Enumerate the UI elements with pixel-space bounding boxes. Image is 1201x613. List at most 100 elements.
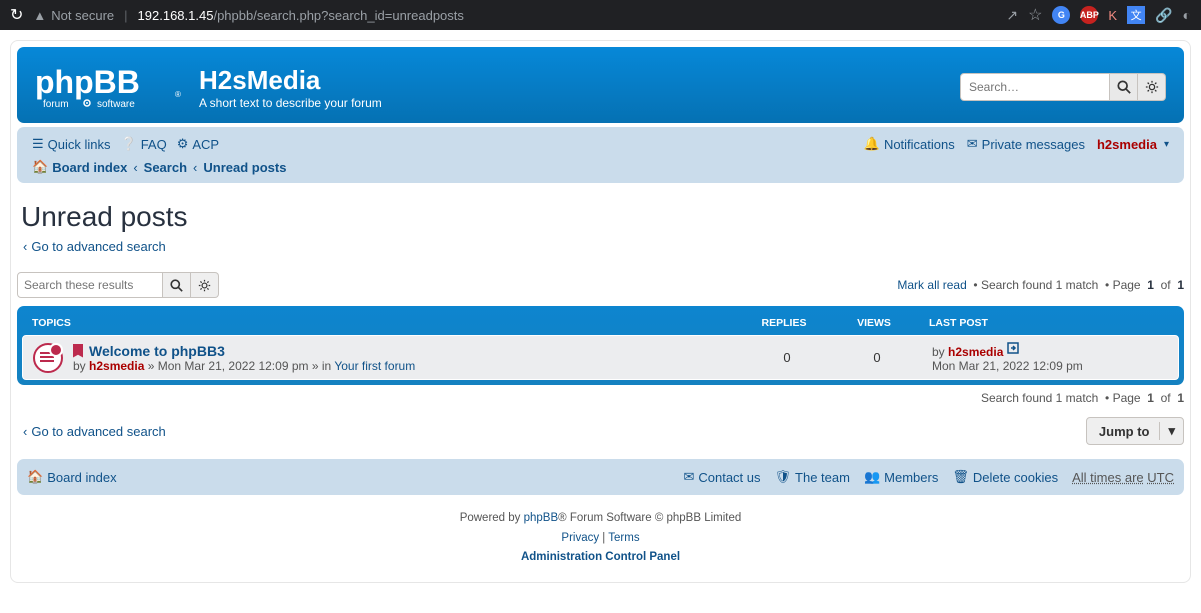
by-label: by <box>73 359 86 373</box>
new-post-icon[interactable] <box>73 344 83 358</box>
jump-to-button[interactable]: Jump to ▾ <box>1086 417 1184 445</box>
footer-board-index-link[interactable]: 🏠 Board index <box>27 469 117 485</box>
pagination-top: Mark all read • Search found 1 match • P… <box>897 278 1184 292</box>
advanced-search-button[interactable] <box>1138 73 1166 101</box>
topic-meta: by h2smedia » Mon Mar 21, 2022 12:09 pm … <box>73 359 742 373</box>
col-header-topics: TOPICS <box>32 317 739 329</box>
extension-translate-icon[interactable]: 文 <box>1127 6 1145 24</box>
bell-icon: 🔔 <box>864 136 880 152</box>
footer-board-index-label: Board index <box>47 470 116 485</box>
local-search-input[interactable] <box>17 272 163 298</box>
terms-link[interactable]: Terms <box>608 532 639 544</box>
breadcrumbs: 🏠Board index ‹ Search ‹ Unread posts <box>27 155 1174 177</box>
last-author-link[interactable]: h2smedia <box>948 345 1003 359</box>
not-secure-label: Not secure <box>51 8 114 23</box>
svg-text:software: software <box>97 99 135 110</box>
site-branding: H2sMedia A short text to describe your f… <box>199 65 382 110</box>
timezone-label: All times are UTC <box>1072 470 1174 485</box>
site-name[interactable]: H2sMedia <box>199 65 382 96</box>
chevron-left-icon: ‹ <box>23 424 27 439</box>
goto-last-post-icon[interactable] <box>1007 342 1021 356</box>
mark-all-read-link[interactable]: Mark all read <box>897 278 966 292</box>
phpbb-link[interactable]: phpBB <box>524 512 559 524</box>
members-link[interactable]: 👥 Members <box>864 469 938 485</box>
advanced-search-link-bottom[interactable]: ‹ Go to advanced search <box>23 424 166 439</box>
reload-icon[interactable]: ↻ <box>10 5 23 25</box>
page-total: 1 <box>1177 278 1184 292</box>
not-secure-badge[interactable]: ▲ Not secure <box>33 8 114 23</box>
topic-list: TOPICS REPLIES VIEWS LAST POST Welcome t… <box>17 306 1184 385</box>
topic-title-link[interactable]: Welcome to phpBB3 <box>89 343 225 359</box>
shield-icon: 🛡 <box>775 469 792 485</box>
page-word-bottom: Page <box>1113 391 1141 405</box>
warning-icon: ▲ <box>33 8 46 23</box>
jump-to-label: Jump to <box>1099 424 1150 439</box>
navbar: ☰Quick links ❔FAQ ⚙ACP 🔔Notifications ✉P… <box>17 127 1184 183</box>
breadcrumb-unread[interactable]: Unread posts <box>203 160 286 175</box>
url-host: 192.168.1.45 <box>138 8 214 23</box>
breadcrumb-board-index[interactable]: 🏠Board index <box>32 159 127 175</box>
page-title: Unread posts <box>21 201 1184 233</box>
envelope-icon: ✉ <box>967 136 978 152</box>
quick-links-menu[interactable]: ☰Quick links <box>27 133 116 155</box>
bookmark-star-icon[interactable]: ☆ <box>1028 5 1042 25</box>
breadcrumb-search[interactable]: Search <box>144 160 187 175</box>
privacy-link[interactable]: Privacy <box>561 532 599 544</box>
search-button[interactable] <box>1110 73 1138 101</box>
quick-links-label: Quick links <box>48 137 111 152</box>
extension-abp-icon[interactable]: ABP <box>1080 6 1098 24</box>
topic-row[interactable]: Welcome to phpBB3 by h2smedia » Mon Mar … <box>22 335 1179 380</box>
trash-icon: 🗑 <box>952 469 969 485</box>
acp-footer-link[interactable]: Administration Control Panel <box>521 551 680 563</box>
share-icon[interactable]: ↗ <box>1006 7 1018 24</box>
topic-author-link[interactable]: h2smedia <box>89 359 144 373</box>
header-search <box>960 73 1166 101</box>
topic-views: 0 <box>832 350 922 365</box>
topic-last-post: by h2smedia Mon Mar 21, 2022 12:09 pm <box>922 342 1172 373</box>
envelope-icon: ✉ <box>683 469 694 485</box>
extension-k-icon[interactable]: K <box>1108 8 1117 23</box>
local-search-settings-button[interactable] <box>191 272 219 298</box>
search-input[interactable] <box>960 73 1110 101</box>
extension-link-icon[interactable]: 🔗 <box>1155 7 1172 24</box>
members-label: Members <box>884 470 938 485</box>
svg-text:forum: forum <box>43 99 69 110</box>
extension-circle-icon[interactable]: ◐ <box>1183 7 1191 23</box>
team-link[interactable]: 🛡The team <box>775 469 850 485</box>
gear-icon <box>198 279 211 292</box>
faq-link[interactable]: ❔FAQ <box>116 133 172 155</box>
topic-unread-icon[interactable] <box>33 343 63 373</box>
extension-grammarly-icon[interactable]: G <box>1052 6 1070 24</box>
breadcrumb-sep: ‹ <box>133 160 137 175</box>
forum-header: phpBB forum software ® H2sMedia A short … <box>17 47 1184 123</box>
tz-prefix: All times are <box>1072 470 1144 485</box>
delete-cookies-label: Delete cookies <box>973 470 1058 485</box>
local-search-button[interactable] <box>163 272 191 298</box>
people-icon: 👥 <box>864 469 880 485</box>
footer-nav: 🏠 Board index ✉Contact us 🛡The team 👥 Memb… <box>17 459 1184 495</box>
user-menu[interactable]: h2smedia▾ <box>1092 134 1174 155</box>
powered-by-label: Powered by <box>460 512 521 524</box>
url-path: /phpbb/search.php?search_id=unreadposts <box>213 8 463 23</box>
home-icon: 🏠 <box>27 469 43 485</box>
phpbb-logo[interactable]: phpBB forum software ® <box>35 61 185 113</box>
svg-text:phpBB: phpBB <box>35 64 140 100</box>
breadcrumb-sep: ‹ <box>193 160 197 175</box>
search-found-label: Search found 1 match <box>981 278 1098 292</box>
topic-replies: 0 <box>742 350 832 365</box>
acp-link[interactable]: ⚙ACP <box>172 133 224 155</box>
private-messages-link[interactable]: ✉Private messages <box>962 133 1090 155</box>
page-of-bottom: of <box>1161 391 1171 405</box>
advanced-search-link-top[interactable]: ‹ Go to advanced search <box>23 239 166 254</box>
url-display[interactable]: 192.168.1.45/phpbb/search.php?search_id=… <box>138 8 464 23</box>
local-search <box>17 272 219 298</box>
search-icon <box>1117 80 1131 94</box>
last-date: Mon Mar 21, 2022 12:09 pm <box>932 359 1083 373</box>
topic-list-header: TOPICS REPLIES VIEWS LAST POST <box>22 311 1179 335</box>
browser-address-bar: ↻ ▲ Not secure | 192.168.1.45/phpbb/sear… <box>0 0 1201 30</box>
svg-text:®: ® <box>175 90 181 99</box>
notifications-link[interactable]: 🔔Notifications <box>859 133 960 155</box>
contact-us-link[interactable]: ✉Contact us <box>683 469 760 485</box>
delete-cookies-link[interactable]: 🗑 Delete cookies <box>952 469 1058 485</box>
topic-forum-link[interactable]: Your first forum <box>334 359 415 373</box>
